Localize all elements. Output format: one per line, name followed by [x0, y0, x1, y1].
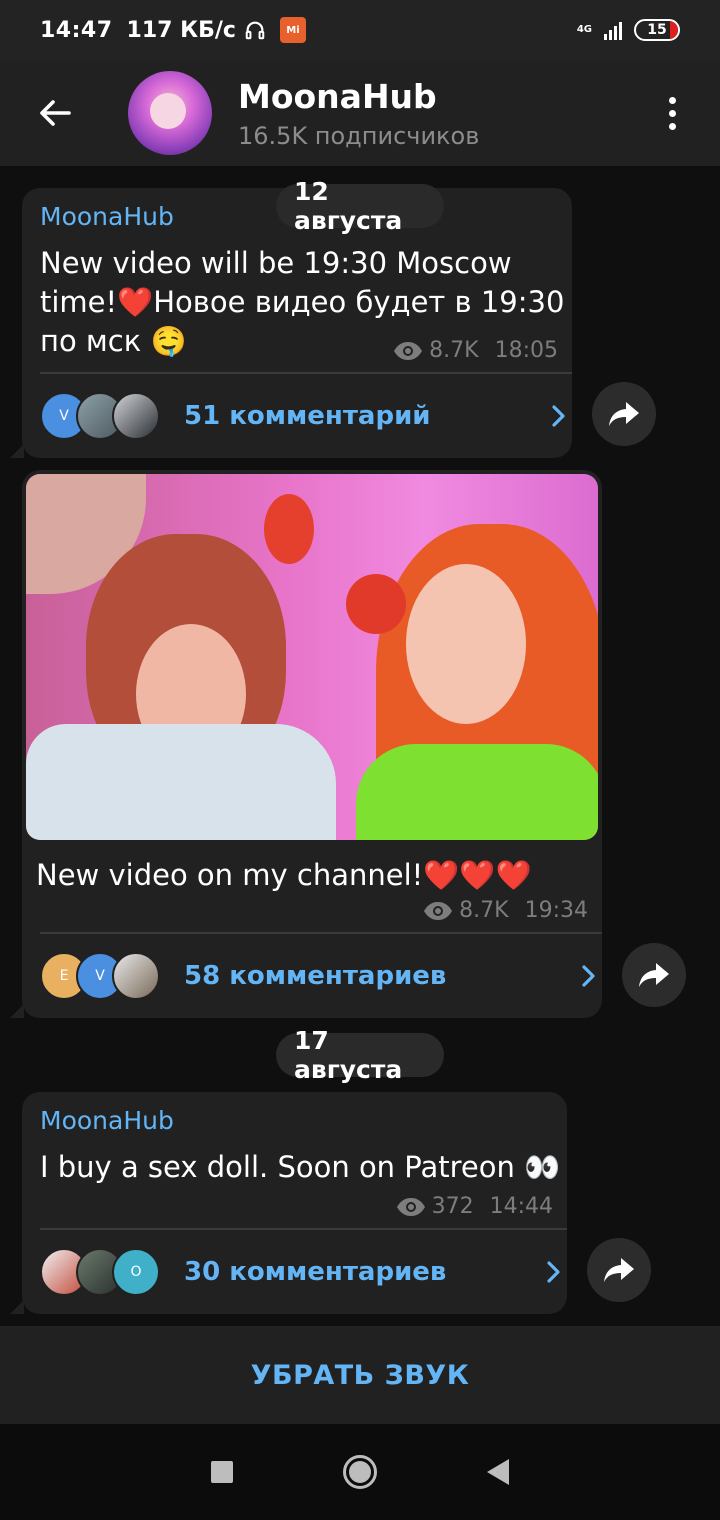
chevron-right-icon [552, 405, 565, 427]
post-time: 19:34 [524, 898, 588, 923]
recents-icon[interactable] [211, 1461, 233, 1483]
share-button[interactable] [622, 943, 686, 1007]
date-separator: 12 августа [276, 177, 444, 235]
post-time: 18:05 [494, 338, 558, 363]
battery-icon: 15 [634, 19, 680, 41]
commenter-avatars: E V [40, 952, 160, 1000]
eye-icon [396, 1197, 425, 1216]
share-button[interactable] [587, 1238, 651, 1302]
comments-count: 51 комментарий [184, 401, 431, 431]
headphones-icon [245, 21, 265, 40]
back-triangle-icon[interactable] [487, 1459, 509, 1485]
post-caption: New video on my channel!❤️❤️❤️ [36, 858, 532, 892]
comments-count: 30 комментариев [184, 1257, 447, 1287]
post-author[interactable]: MoonaHub [40, 202, 174, 231]
post-text: I buy a sex doll. Soon on Patreon 👀 [40, 1150, 561, 1184]
avatar [112, 952, 160, 1000]
avatar [112, 392, 160, 440]
chevron-right-icon [582, 965, 595, 987]
more-menu-button[interactable] [642, 60, 702, 166]
view-count: 8.7K [429, 338, 479, 363]
share-icon [639, 963, 669, 987]
post-bubble[interactable]: MoonaHub I buy a sex doll. Soon on Patre… [10, 1092, 567, 1314]
post-author[interactable]: MoonaHub [40, 1106, 174, 1135]
mute-button[interactable]: УБРАТЬ ЗВУК [0, 1326, 720, 1424]
signal-icon [604, 20, 622, 40]
back-button[interactable] [0, 60, 110, 166]
post-meta: 8.7K 19:34 [423, 898, 588, 923]
comments-count: 58 комментариев [184, 961, 447, 991]
comments-link[interactable]: E V 58 комментариев [40, 944, 602, 1008]
post-photo[interactable] [26, 474, 598, 840]
eye-icon [394, 341, 423, 360]
divider [40, 932, 602, 934]
commenter-avatars: O [40, 1248, 160, 1296]
post-meta: 8.7K 18:05 [393, 338, 558, 363]
post-bubble[interactable]: New video on my channel!❤️❤️❤️ 8.7K 19:3… [10, 470, 602, 1018]
share-button[interactable] [592, 382, 656, 446]
avatar: O [112, 1248, 160, 1296]
battery-level: 15 [647, 22, 667, 38]
arrow-left-icon [40, 100, 71, 126]
channel-info[interactable]: MoonaHub 16.5K подписчиков [238, 77, 479, 150]
eye-icon [424, 901, 453, 920]
view-count: 372 [431, 1194, 474, 1219]
message-list[interactable]: MoonaHub New video will be 19:30 Moscow … [0, 166, 720, 1326]
post-time: 14:44 [489, 1194, 553, 1219]
channel-title: MoonaHub [238, 76, 437, 116]
status-speed: 117 КБ/с [126, 17, 236, 43]
date-separator: 17 августа [276, 1026, 444, 1084]
post-meta: 372 14:44 [396, 1194, 553, 1219]
system-nav-bar [0, 1424, 720, 1520]
comments-link[interactable]: O 30 комментариев [40, 1240, 567, 1304]
commenter-avatars: V [40, 392, 160, 440]
channel-subscribers: 16.5K подписчиков [238, 121, 480, 150]
chevron-right-icon [547, 1261, 560, 1283]
network-type: 4G [576, 24, 592, 35]
home-icon[interactable] [343, 1455, 377, 1489]
mi-app-icon: Mi [279, 17, 306, 43]
view-count: 8.7K [459, 898, 509, 923]
channel-header: MoonaHub 16.5K подписчиков [0, 60, 720, 166]
divider [40, 372, 572, 374]
channel-avatar[interactable] [128, 71, 212, 155]
share-icon [604, 1258, 634, 1282]
status-time: 14:47 [40, 17, 113, 43]
mute-label: УБРАТЬ ЗВУК [250, 1359, 470, 1391]
status-bar: 14:47 117 КБ/с Mi 4G 15 [0, 0, 720, 60]
divider [40, 1228, 567, 1230]
more-vertical-icon [668, 96, 676, 104]
comments-link[interactable]: V 51 комментарий [40, 384, 572, 448]
share-icon [609, 402, 639, 426]
